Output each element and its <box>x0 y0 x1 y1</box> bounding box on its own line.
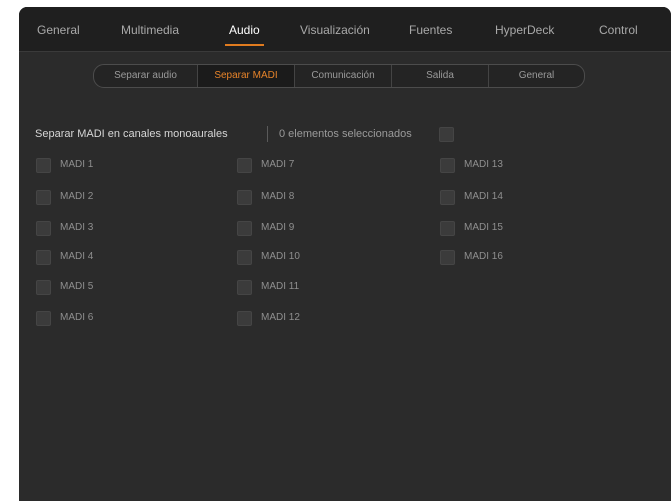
subtab-label: Separar MADI <box>214 70 278 81</box>
checkbox-box[interactable] <box>237 311 252 326</box>
tab-label: Control <box>599 23 638 37</box>
checkbox-label: MADI 15 <box>464 222 503 233</box>
checkbox-box[interactable] <box>36 280 51 295</box>
subtab-separar-audio[interactable]: Separar audio <box>94 65 197 87</box>
tab-label: Visualización <box>300 23 370 37</box>
subtab-separar-madi[interactable]: Separar MADI <box>198 65 294 87</box>
checkbox-label: MADI 16 <box>464 251 503 262</box>
checkbox-box[interactable] <box>36 158 51 173</box>
main-tab-bar: General Multimedia Audio Visualización F… <box>19 7 671 52</box>
tab-label: General <box>37 23 80 37</box>
checkbox-label: MADI 4 <box>60 251 94 262</box>
tab-multimedia[interactable]: Multimedia <box>121 20 179 40</box>
tab-fuentes[interactable]: Fuentes <box>409 20 452 40</box>
tab-label: Fuentes <box>409 23 453 37</box>
checkbox-label: MADI 6 <box>60 312 94 323</box>
subtab-label: Salida <box>426 70 454 81</box>
subtab-comunicacion[interactable]: Comunicación <box>295 65 391 87</box>
checkbox-box[interactable] <box>440 158 455 173</box>
checkbox-label: MADI 12 <box>261 312 300 323</box>
checkbox-box[interactable] <box>440 190 455 205</box>
subtab-label: General <box>518 70 555 81</box>
checkbox-box[interactable] <box>237 158 252 173</box>
checkbox-box[interactable] <box>237 250 252 265</box>
checkbox-label: MADI 3 <box>60 222 94 233</box>
checkbox-label: MADI 9 <box>261 222 295 233</box>
checkbox-label: MADI 13 <box>464 159 503 170</box>
checkbox-box[interactable] <box>36 311 51 326</box>
subtab-label: Separar audio <box>114 70 177 81</box>
tab-label: HyperDeck <box>495 23 555 37</box>
tab-general[interactable]: General <box>37 20 80 40</box>
checkbox-label: MADI 14 <box>464 191 503 202</box>
checkbox-box[interactable] <box>237 280 252 295</box>
section-title: Separar MADI en canales monoaurales <box>35 128 228 140</box>
checkbox-box[interactable] <box>36 221 51 236</box>
checkbox-label: MADI 2 <box>60 191 94 202</box>
checkbox-label: MADI 10 <box>261 251 300 262</box>
tab-label: Multimedia <box>121 23 180 37</box>
checkbox-box[interactable] <box>36 190 51 205</box>
checkbox-label: MADI 7 <box>261 159 295 170</box>
checkbox-box[interactable] <box>440 221 455 236</box>
checkbox-label: MADI 11 <box>261 281 300 292</box>
subtab-general[interactable]: General <box>489 65 584 87</box>
audio-subtab-control: Separar audio Separar MADI Comunicación … <box>93 64 585 88</box>
checkbox-box[interactable] <box>237 221 252 236</box>
checkbox-label: MADI 5 <box>60 281 94 292</box>
checkbox-box[interactable] <box>237 190 252 205</box>
checkbox-box[interactable] <box>36 250 51 265</box>
tab-hyperdeck[interactable]: HyperDeck <box>495 20 554 40</box>
tab-control[interactable]: Control <box>599 20 638 40</box>
subtab-label: Comunicación <box>311 70 375 81</box>
tab-label: Audio <box>229 23 260 37</box>
settings-window: General Multimedia Audio Visualización F… <box>19 7 671 501</box>
selected-count-label: 0 elementos seleccionados <box>279 128 412 140</box>
header-divider <box>267 126 268 142</box>
tab-audio[interactable]: Audio <box>225 20 264 46</box>
active-tab-indicator <box>225 44 264 46</box>
select-all-checkbox[interactable] <box>439 127 454 142</box>
checkbox-label: MADI 1 <box>60 159 94 170</box>
checkbox-box[interactable] <box>440 250 455 265</box>
tab-visualizacion[interactable]: Visualización <box>300 20 370 40</box>
subtab-salida[interactable]: Salida <box>392 65 488 87</box>
checkbox-label: MADI 8 <box>261 191 295 202</box>
